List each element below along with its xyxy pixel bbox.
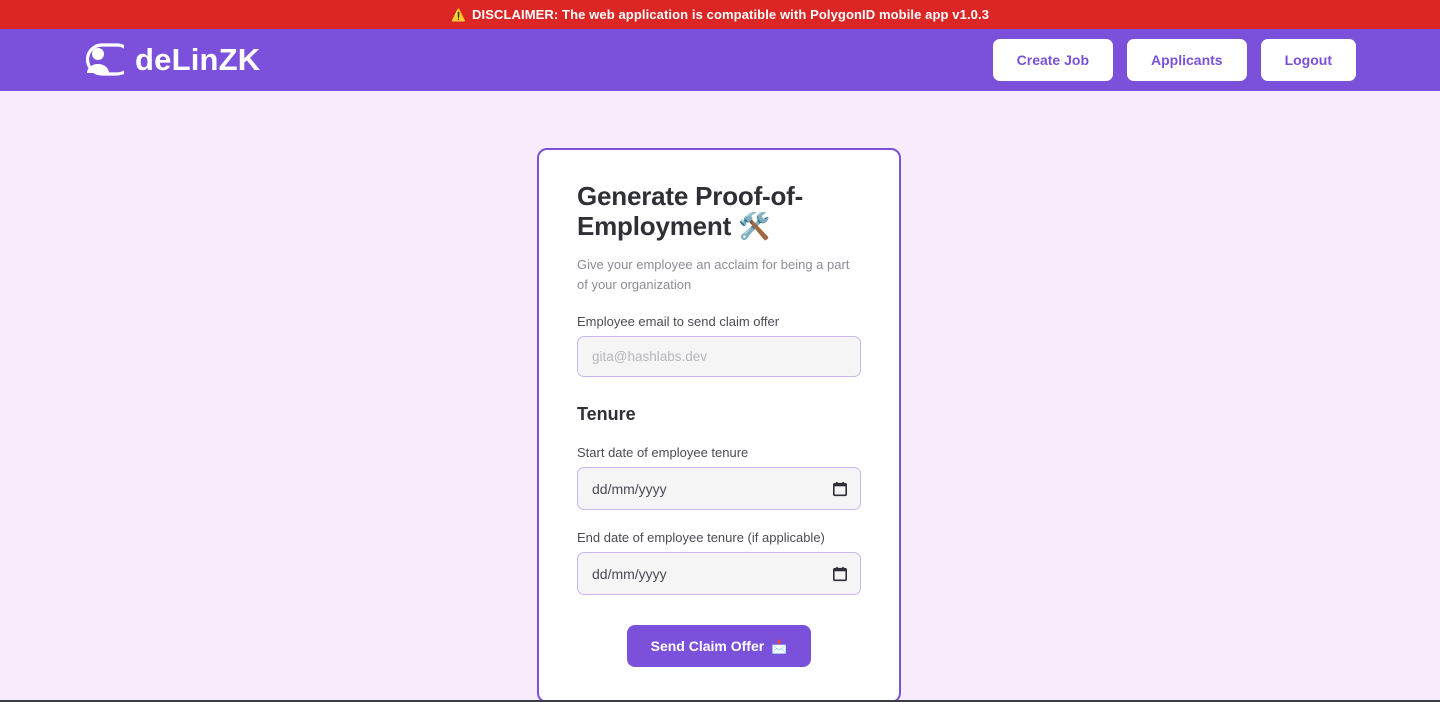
applicants-button[interactable]: Applicants	[1127, 39, 1247, 81]
create-job-button[interactable]: Create Job	[992, 39, 1113, 81]
top-navigation-bar: deLinZK Create Job Applicants Logout	[0, 29, 1440, 91]
email-field-label: Employee email to send claim offer	[577, 314, 780, 330]
start-date-placeholder: dd/mm/yyyy	[592, 480, 667, 497]
employee-email-input[interactable]	[577, 336, 861, 378]
brand-name: deLinZK	[135, 42, 261, 77]
send-claim-offer-label: Send Claim Offer	[650, 638, 765, 655]
end-date-label: End date of employee tenure (if applicab…	[577, 530, 825, 546]
warning-icon: ⚠️	[450, 7, 466, 22]
start-date-wrapper: dd/mm/yyyy	[577, 467, 861, 511]
nav-actions: Create Job Applicants Logout	[992, 39, 1356, 81]
brand-logo-link[interactable]: deLinZK	[84, 42, 260, 78]
card-subtitle: Give your employee an acclaim for being …	[577, 256, 850, 292]
page-title: Generate Proof-of-Employment 🛠️	[577, 181, 804, 242]
incoming-envelope-icon: 📩	[771, 638, 788, 654]
end-date-input[interactable]: dd/mm/yyyy	[577, 552, 861, 596]
end-date-placeholder: dd/mm/yyyy	[592, 565, 667, 582]
start-date-label: Start date of employee tenure	[577, 445, 749, 461]
main-content-area: Generate Proof-of-Employment 🛠️ Give you…	[0, 91, 1440, 702]
submit-row: Send Claim Offer 📩	[577, 625, 861, 668]
logout-button[interactable]: Logout	[1260, 39, 1356, 81]
person-hexagon-logo-icon	[85, 43, 124, 76]
generate-proof-card: Generate Proof-of-Employment 🛠️ Give you…	[537, 148, 901, 702]
start-date-input[interactable]: dd/mm/yyyy	[577, 467, 861, 511]
send-claim-offer-button[interactable]: Send Claim Offer 📩	[626, 625, 812, 668]
disclaimer-banner: ⚠️ DISCLAIMER: The web application is co…	[0, 0, 1440, 29]
disclaimer-text: DISCLAIMER: The web application is compa…	[472, 7, 990, 22]
tenure-section-title: Tenure	[577, 404, 636, 425]
end-date-wrapper: dd/mm/yyyy	[577, 552, 861, 596]
